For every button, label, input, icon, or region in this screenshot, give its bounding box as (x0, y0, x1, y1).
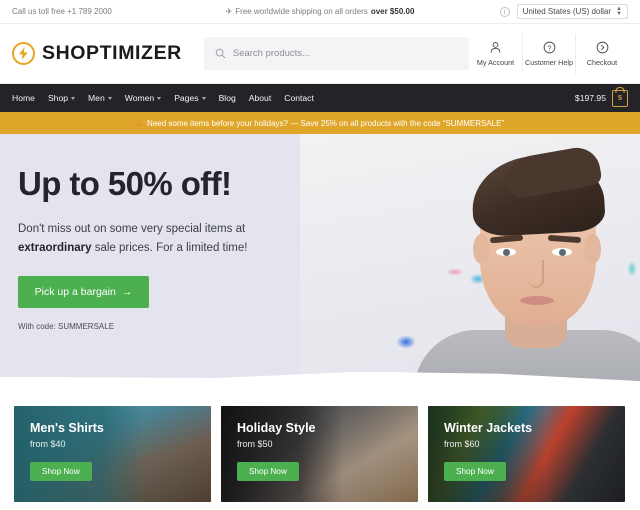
card-body: Men's Shirts from $40 Shop Now (14, 406, 211, 481)
bolt-glyph (19, 47, 28, 60)
nav-item-blog[interactable]: Blog (219, 93, 236, 103)
nav-item-contact[interactable]: Contact (284, 93, 314, 103)
hero-cta-button[interactable]: Pick up a bargain → (18, 276, 149, 309)
model-eye-right (552, 248, 572, 256)
shop-now-button[interactable]: Shop Now (444, 462, 506, 481)
currency-selector[interactable]: United States (US) dollar ▲ ▼ (516, 4, 628, 19)
cart-total: $197.95 (574, 93, 606, 103)
site-header: SHOPTIMIZER Search products... My Accoun… (0, 24, 640, 84)
nav-label: Men (88, 93, 105, 103)
arrow-right-icon: → (121, 286, 133, 299)
hero-cta-label: Pick up a bargain (34, 286, 116, 299)
nav-item-shop[interactable]: Shop (47, 93, 76, 103)
card-body: Holiday Style from $50 Shop Now (221, 406, 418, 481)
category-card-winter-jackets[interactable]: Winter Jackets from $60 Shop Now (428, 406, 625, 502)
chevron-down-icon (201, 97, 206, 100)
phone-text: Call us toll free +1 789 2000 (12, 7, 112, 16)
chevron-down-icon (157, 97, 162, 100)
chevron-down-icon (71, 97, 76, 100)
nav-items: Home Shop Men Women Pages Blog About Con… (12, 93, 314, 103)
chevron-right-circle-icon (596, 41, 608, 53)
my-account-button[interactable]: My Account (469, 34, 522, 74)
model-nose (528, 260, 544, 288)
nav-item-home[interactable]: Home (12, 93, 35, 103)
nav-label: Blog (218, 93, 236, 103)
nav-item-men[interactable]: Men (88, 93, 112, 103)
info-icon[interactable]: i (499, 6, 510, 17)
card-price: from $50 (237, 439, 273, 449)
nav-item-pages[interactable]: Pages (174, 93, 206, 103)
promo-banner[interactable]: ♨ Need some items before your holidays? … (0, 112, 640, 134)
hero-content: Up to 50% off! Don't miss out on some ve… (18, 165, 318, 332)
card-price: from $40 (30, 439, 66, 449)
card-title: Men's Shirts (30, 421, 104, 435)
logo-text: SHOPTIMIZER (42, 42, 182, 64)
category-card-holiday-style[interactable]: Holiday Style from $50 Shop Now (221, 406, 418, 502)
shipping-threshold: over $50.00 (370, 7, 415, 16)
main-navigation: Home Shop Men Women Pages Blog About Con… (0, 84, 640, 112)
shop-now-button[interactable]: Shop Now (237, 462, 299, 481)
lightning-bolt-icon (12, 42, 35, 65)
currency-value: United States (US) dollar (522, 7, 612, 16)
card-title: Holiday Style (237, 421, 316, 435)
model-eye-left (496, 248, 516, 256)
card-price: from $60 (444, 439, 480, 449)
hero-subtitle-emphasis: extraordinary (18, 241, 92, 254)
header-actions: My Account ? Customer Help Checkout (469, 33, 628, 74)
svg-text:?: ? (547, 45, 551, 52)
nav-label: Shop (47, 93, 69, 103)
my-account-label: My Account (476, 57, 515, 67)
hero-model-photo (414, 144, 640, 392)
card-body: Winter Jackets from $60 Shop Now (428, 406, 625, 481)
question-circle-icon: ? (543, 41, 555, 53)
customer-help-label: Customer Help (525, 57, 573, 67)
card-title: Winter Jackets (444, 421, 533, 435)
chevron-updown-icon: ▲ ▼ (616, 5, 622, 17)
user-icon (490, 41, 501, 53)
category-cards: Men's Shirts from $40 Shop Now Holiday S… (0, 392, 640, 502)
plane-icon: ✈ (225, 7, 233, 16)
model-mouth (520, 296, 554, 305)
hero-promo-code: With code: SUMMERSALE (18, 322, 115, 332)
logo[interactable]: SHOPTIMIZER (12, 42, 182, 65)
cart-count: 5 (618, 94, 622, 102)
nav-label: Contact (284, 93, 314, 103)
search-icon (215, 48, 226, 59)
search-input[interactable]: Search products... (203, 37, 469, 70)
promo-text: Need some items before your holidays? — … (147, 118, 505, 128)
category-card-mens-shirts[interactable]: Men's Shirts from $40 Shop Now (14, 406, 211, 502)
model-ear-right (584, 234, 601, 264)
utility-bar: Call us toll free +1 789 2000 ✈ Free wor… (0, 0, 640, 24)
nav-label: Pages (174, 93, 199, 103)
search-placeholder: Search products... (232, 48, 310, 59)
hero-title: Up to 50% off! (18, 165, 232, 202)
utility-right: i United States (US) dollar ▲ ▼ (499, 4, 628, 19)
model-ear-left (473, 234, 490, 264)
customer-help-button[interactable]: ? Customer Help (522, 33, 575, 74)
checkout-label: Checkout (586, 57, 618, 67)
nav-label: Home (12, 93, 35, 103)
hero-subtitle: Don't miss out on some very special item… (18, 220, 318, 257)
hero-subtitle-line1: Don't miss out on some very special item… (18, 223, 246, 236)
nav-item-women[interactable]: Women (124, 93, 162, 103)
shipping-text: Free worldwide shipping on all orders (235, 7, 368, 16)
nav-item-about[interactable]: About (249, 93, 271, 103)
nav-label: Women (124, 93, 155, 103)
hero-section: Up to 50% off! Don't miss out on some ve… (0, 134, 640, 392)
shipping-notice: ✈ Free worldwide shipping on all orders … (226, 7, 415, 16)
shopping-bag-icon: 5 (612, 89, 628, 107)
nav-label: About (248, 93, 272, 103)
shop-now-button[interactable]: Shop Now (30, 462, 92, 481)
chevron-down-icon (107, 97, 112, 100)
fire-icon: ♨ (135, 118, 144, 128)
checkout-button[interactable]: Checkout (575, 33, 628, 74)
hero-image (300, 134, 640, 392)
hero-subtitle-line2: sale prices. For a limited time! (91, 241, 248, 254)
cart-button[interactable]: $197.95 5 (574, 89, 628, 107)
